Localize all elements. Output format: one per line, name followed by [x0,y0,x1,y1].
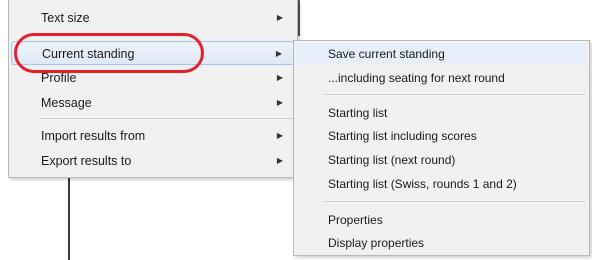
submenu-arrow-icon: ▶ [275,49,282,58]
submenu-item-label: Starting list (next round) [328,153,456,167]
submenu-item-save-current-standing[interactable]: Save current standing [296,43,587,65]
menu-item-label: Message [41,96,92,110]
submenu-item-starting-list-scores[interactable]: Starting list including scores [296,125,587,147]
submenu-item-label: Properties [328,213,383,227]
submenu-item-including-seating[interactable]: ...including seating for next round [296,67,587,89]
submenu-item-starting-list-swiss[interactable]: Starting list (Swiss, rounds 1 and 2) [296,173,587,195]
menu-item-export-results[interactable]: Export results to ▶ [11,149,295,173]
submenu-item-label: Starting list [328,106,388,120]
background-divider [68,178,70,260]
submenu-item-display-properties[interactable]: Display properties [296,232,587,254]
submenu-item-label: Save current standing [328,47,445,61]
submenu-arrow-icon: ▶ [276,13,283,22]
submenu-item-label: ...including seating for next round [328,71,505,85]
menu-item-message[interactable]: Message ▶ [11,91,295,115]
submenu-item-label: Starting list including scores [328,129,477,143]
submenu-arrow-icon: ▶ [276,73,283,82]
submenu-item-starting-list-next-round[interactable]: Starting list (next round) [296,149,587,171]
submenu-item-label: Display properties [328,236,425,250]
menu-item-text-size[interactable]: Text size ▶ [11,6,295,30]
current-standing-submenu: Save current standing ...including seati… [293,40,590,256]
screenshot-stage: Text size ▶ Current standing ▶ Profile ▶… [0,0,592,260]
menu-separator [324,94,585,95]
menu-item-label: Import results from [41,129,146,143]
menu-item-label: Export results to [41,154,132,168]
menu-separator [39,118,293,119]
submenu-arrow-icon: ▶ [276,131,283,140]
submenu-arrow-icon: ▶ [276,156,283,165]
context-menu: Text size ▶ Current standing ▶ Profile ▶… [8,0,298,178]
menu-item-label: Text size [41,11,90,25]
submenu-item-label: Starting list (Swiss, rounds 1 and 2) [328,177,517,191]
submenu-item-properties[interactable]: Properties [296,209,587,231]
menu-item-import-results[interactable]: Import results from ▶ [11,124,295,148]
menu-separator [324,201,585,202]
submenu-item-starting-list[interactable]: Starting list [296,102,587,124]
annotation-highlight-oval [14,33,204,73]
window-edge [298,0,300,36]
submenu-arrow-icon: ▶ [276,98,283,107]
